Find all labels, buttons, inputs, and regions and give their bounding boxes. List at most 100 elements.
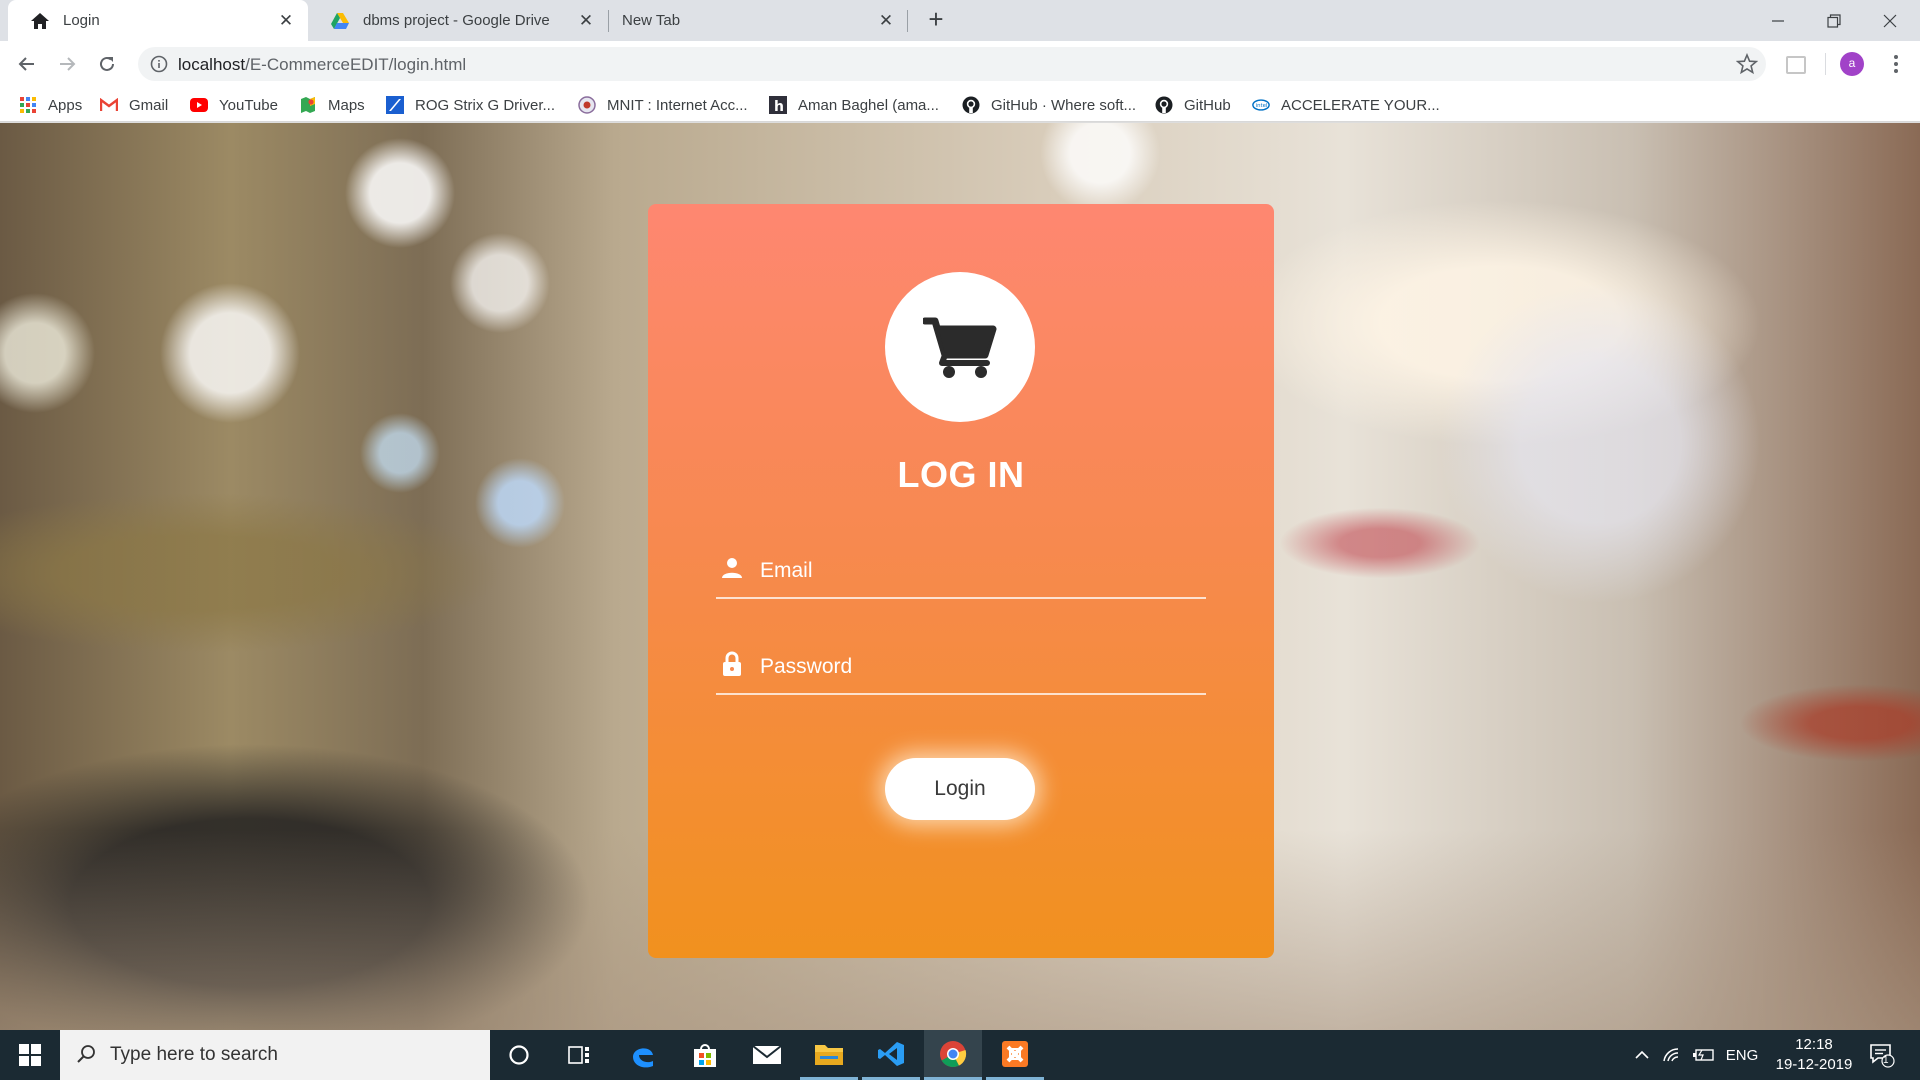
page-viewport: LOG IN Login <box>0 123 1920 1030</box>
bookmark-maps[interactable]: Maps <box>299 95 365 115</box>
email-input[interactable] <box>760 553 1190 589</box>
bookmark-label: Aman Baghel (ama... <box>798 96 939 114</box>
extension-icon[interactable] <box>1786 56 1806 74</box>
apps-grid-icon <box>19 96 37 114</box>
toolbar-divider <box>1825 53 1826 75</box>
taskbar-search-box[interactable]: Type here to search <box>60 1030 490 1080</box>
hackerrank-icon: h <box>769 96 787 114</box>
bookmark-label: GitHub <box>1184 96 1231 114</box>
bookmark-star-icon[interactable] <box>1735 52 1759 78</box>
browser-toolbar: localhost/E-CommerceEDIT/login.html a <box>0 41 1920 87</box>
file-explorer-icon[interactable] <box>800 1030 858 1080</box>
tab-title: dbms project - Google Drive <box>363 12 550 29</box>
back-button[interactable] <box>12 49 42 79</box>
cart-logo <box>885 272 1035 422</box>
url-path: /E-CommerceEDIT/login.html <box>245 55 467 74</box>
gmail-icon <box>100 96 118 114</box>
bookmark-hackerrank[interactable]: h Aman Baghel (ama... <box>769 95 939 115</box>
edge-icon[interactable] <box>614 1030 672 1080</box>
close-tab-icon[interactable]: ✕ <box>876 11 896 31</box>
home-icon <box>30 11 50 31</box>
user-icon <box>720 555 744 581</box>
cortana-icon[interactable] <box>490 1030 548 1080</box>
bookmark-label: Gmail <box>129 96 169 114</box>
tab-google-drive[interactable]: dbms project - Google Drive ✕ <box>308 0 608 41</box>
bookmark-label: GitHub · Where soft... <box>991 96 1137 114</box>
url-text: localhost/E-CommerceEDIT/login.html <box>178 55 466 75</box>
youtube-icon <box>190 96 208 114</box>
bookmarks-bar: Apps Gmail YouTube Maps ROG Strix G Driv… <box>0 87 1920 122</box>
password-field <box>716 645 1206 695</box>
browser-menu-icon[interactable] <box>1884 52 1908 76</box>
asus-icon <box>386 96 404 114</box>
clock-time: 12:18 <box>1795 1036 1833 1053</box>
login-card: LOG IN Login <box>648 204 1274 958</box>
info-icon[interactable] <box>150 55 168 76</box>
bookmark-gmail[interactable]: Gmail <box>100 95 168 115</box>
svg-text:h: h <box>774 99 784 114</box>
tab-title: New Tab <box>622 12 681 29</box>
shopping-cart-icon <box>923 317 997 378</box>
new-tab-button[interactable]: + <box>922 6 950 34</box>
language-indicator[interactable]: ENG <box>1722 1030 1762 1080</box>
tab-title: Login <box>63 12 100 29</box>
lock-icon <box>720 651 744 677</box>
mnit-icon <box>578 96 596 114</box>
bookmark-label: ROG Strix G Driver... <box>415 96 556 114</box>
browser-tabstrip: Login ✕ dbms project - Google Drive ✕ Ne… <box>0 0 1920 41</box>
minimize-button[interactable] <box>1750 0 1806 41</box>
xampp-icon[interactable] <box>986 1030 1044 1080</box>
chrome-icon[interactable] <box>924 1030 982 1080</box>
vscode-icon[interactable] <box>862 1030 920 1080</box>
close-tab-icon[interactable]: ✕ <box>276 11 296 31</box>
battery-icon[interactable] <box>1690 1030 1718 1080</box>
maps-icon <box>299 96 317 114</box>
search-placeholder: Type here to search <box>110 1044 278 1065</box>
bookmark-youtube[interactable]: YouTube <box>190 95 278 115</box>
bookmark-label: MNIT : Internet Acc... <box>607 96 748 114</box>
bookmark-label: Maps <box>328 96 365 114</box>
bookmark-label: ACCELERATE YOUR... <box>1281 96 1440 114</box>
store-icon[interactable] <box>676 1030 734 1080</box>
github-icon <box>962 96 980 114</box>
login-button[interactable]: Login <box>885 758 1035 820</box>
url-host: localhost <box>178 55 246 74</box>
clock-date: 19-12-2019 <box>1775 1056 1853 1073</box>
google-drive-icon <box>330 11 350 31</box>
bookmark-accelerate[interactable]: intel ACCELERATE YOUR... <box>1252 95 1440 115</box>
notification-count: 1 <box>1883 1055 1889 1066</box>
bookmark-rog-strix[interactable]: ROG Strix G Driver... <box>386 95 555 115</box>
bookmark-apps[interactable]: Apps <box>19 95 82 115</box>
tab-login[interactable]: Login ✕ <box>8 0 308 41</box>
task-view-icon[interactable] <box>550 1030 608 1080</box>
tab-new-tab[interactable]: New Tab ✕ <box>608 0 908 41</box>
password-input[interactable] <box>760 649 1190 685</box>
forward-button[interactable] <box>52 49 82 79</box>
reload-button[interactable] <box>92 49 122 79</box>
taskbar-clock[interactable]: 12:18 19-12-2019 <box>1764 1035 1864 1075</box>
windows-logo-icon <box>19 1044 41 1066</box>
address-bar[interactable]: localhost/E-CommerceEDIT/login.html <box>138 47 1766 81</box>
windows-start-button[interactable] <box>0 1030 60 1080</box>
tab-separator <box>907 10 908 32</box>
login-heading: LOG IN <box>897 454 1025 495</box>
action-center-icon[interactable]: 1 <box>1862 1030 1902 1080</box>
bookmark-label: Apps <box>48 96 83 114</box>
svg-text:intel: intel <box>1256 103 1268 109</box>
mail-icon[interactable] <box>738 1030 796 1080</box>
profile-avatar[interactable]: a <box>1840 52 1864 76</box>
bookmark-github-where[interactable]: GitHub · Where soft... <box>962 95 1136 115</box>
restore-button[interactable] <box>1806 0 1862 41</box>
search-icon <box>76 1044 96 1067</box>
email-field <box>716 549 1206 599</box>
windows-taskbar: Type here to search ENG 12:18 19-12-2019… <box>0 1030 1920 1080</box>
bookmark-label: YouTube <box>219 96 278 114</box>
wifi-icon[interactable] <box>1660 1030 1684 1080</box>
github-icon <box>1155 96 1173 114</box>
close-window-button[interactable] <box>1862 0 1918 41</box>
bookmark-github[interactable]: GitHub <box>1155 95 1231 115</box>
close-tab-icon[interactable]: ✕ <box>576 11 596 31</box>
show-hidden-icons-chevron-icon[interactable] <box>1630 1030 1654 1080</box>
bookmark-mnit[interactable]: MNIT : Internet Acc... <box>578 95 748 115</box>
intel-icon: intel <box>1252 96 1270 114</box>
